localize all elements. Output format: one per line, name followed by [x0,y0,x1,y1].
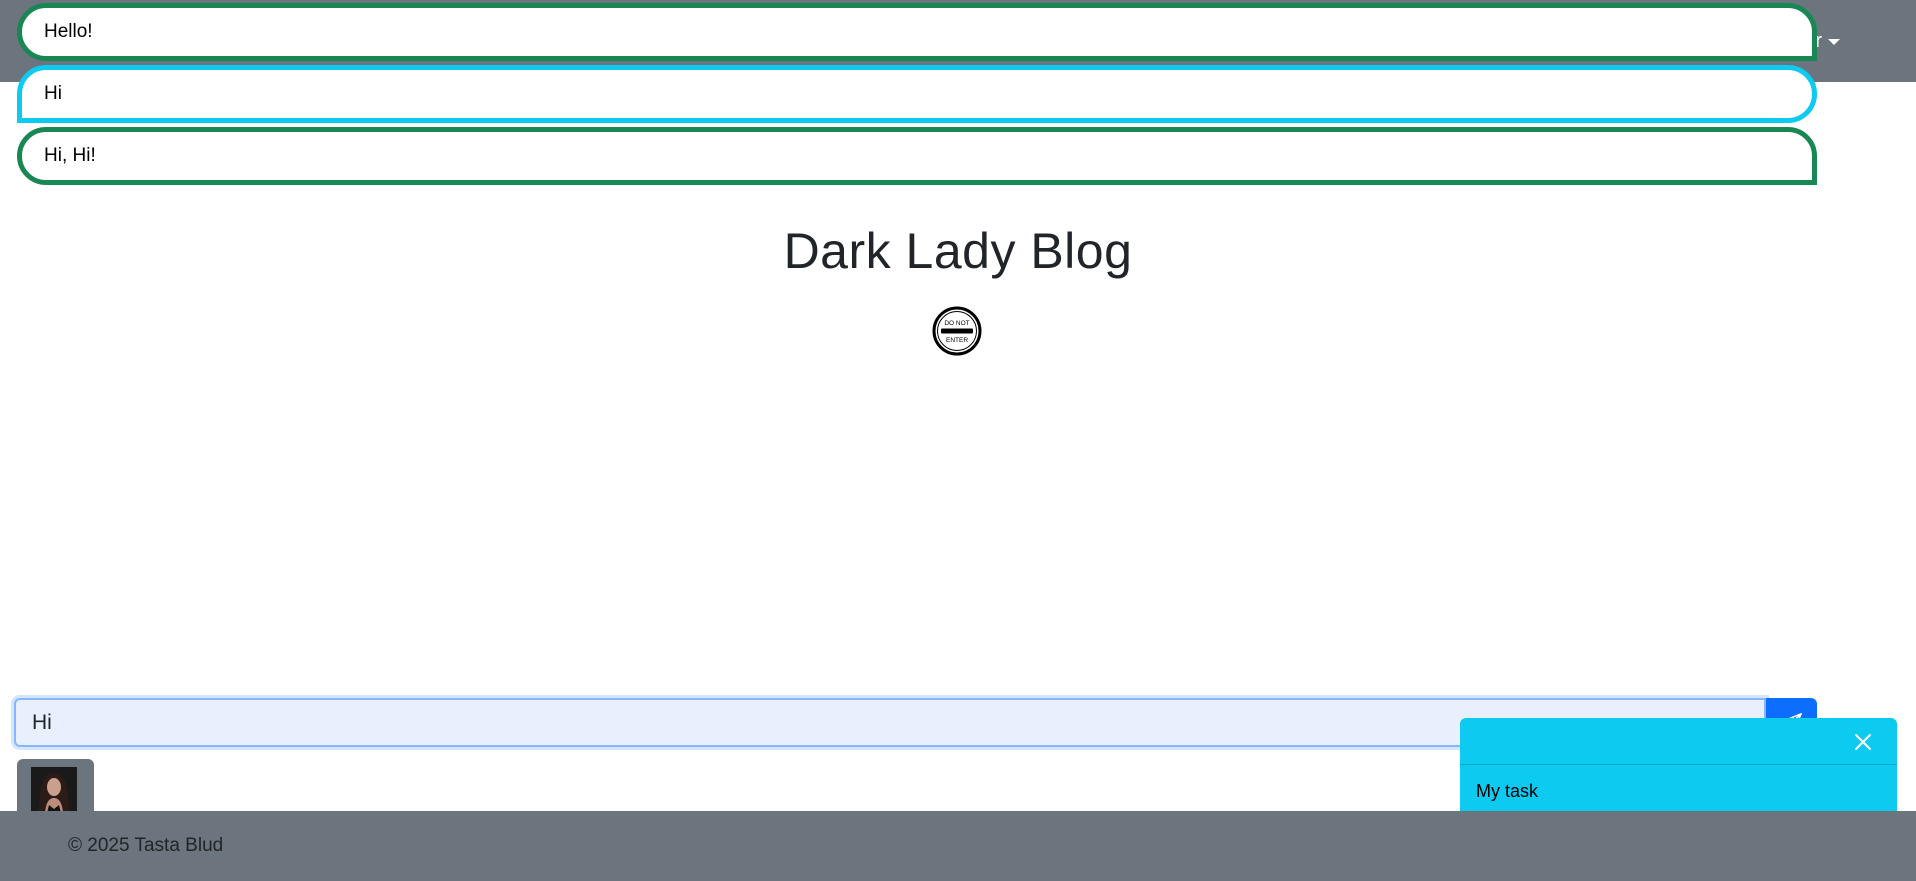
logo-text-bottom: ENTER [946,337,968,344]
tasks-panel: My task [1460,718,1897,811]
task-item[interactable]: My task [1476,781,1897,802]
footer: © 2025 Tasta Blud [0,811,1916,881]
message-bubble: Hi, Hi! [17,127,1817,185]
avatar-image [31,767,77,811]
avatar[interactable] [17,759,94,811]
logo-text-top: DO NOT [944,320,969,327]
task-list: My task [1460,765,1897,802]
message-bubble: Hi [17,65,1817,123]
message-bubble: Hello! [17,3,1817,61]
footer-copyright: © 2025 Tasta Blud [68,835,224,856]
message-text: Hi, Hi! [44,145,96,166]
message-text: Hi [44,83,62,104]
close-button[interactable] [1851,730,1875,754]
close-icon [1855,734,1871,750]
page-title: Dark Lady Blog [783,223,1133,279]
tasks-panel-header [1460,718,1897,765]
caret-down-icon [1828,38,1840,45]
page: er Hello! Hi Hi, Hi! Dark Lady Blog DO N… [0,0,1916,881]
do-not-enter-logo: DO NOT ENTER [932,306,982,356]
message-list: Hello! Hi Hi, Hi! [17,3,1817,189]
message-text: Hello! [44,21,93,42]
